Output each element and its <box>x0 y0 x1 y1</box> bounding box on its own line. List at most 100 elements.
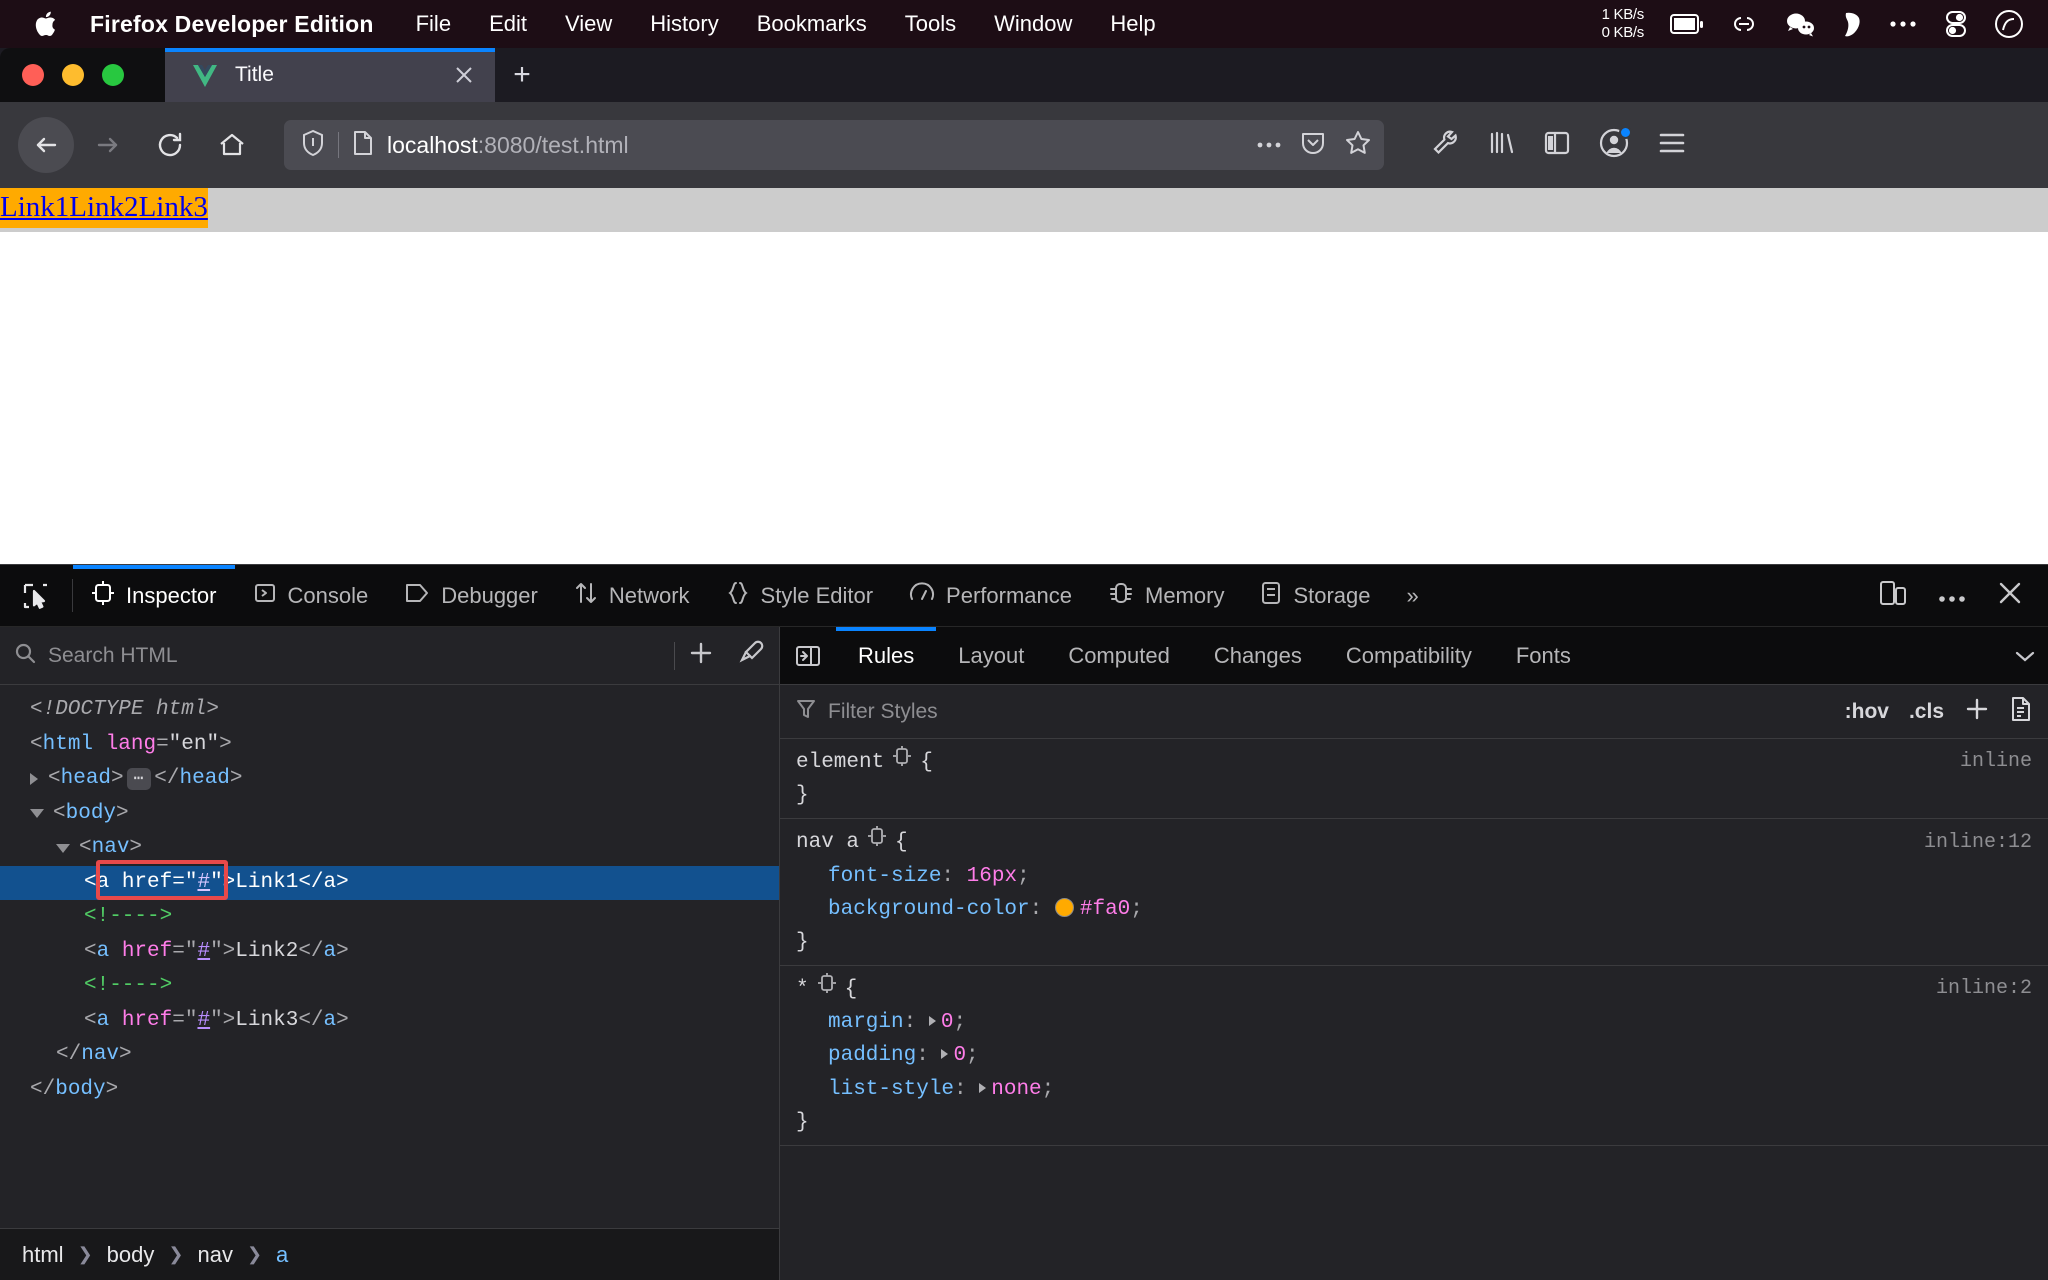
declaration-value[interactable]: 0 <box>953 1044 966 1067</box>
chevron-down-icon[interactable] <box>2002 627 2048 684</box>
twisty-closed-icon[interactable] <box>30 773 38 786</box>
hover-toggle-button[interactable]: :hov <box>1845 700 1889 724</box>
rule-selector[interactable]: * <box>796 973 809 1006</box>
declaration-property[interactable]: margin <box>828 1011 904 1034</box>
link-icon[interactable] <box>1730 11 1758 37</box>
ellipsis-icon[interactable] <box>1888 19 1918 29</box>
markup-node-link1[interactable]: < a href =" # "> Link1 </a > <box>0 865 779 901</box>
close-icon[interactable] <box>449 60 479 90</box>
color-swatch[interactable] <box>1054 897 1074 917</box>
href-attr-value[interactable]: # <box>197 867 210 900</box>
menu-item-history[interactable]: History <box>650 11 718 37</box>
markup-node-link3[interactable]: < a href =" # "> Link3 </a > <box>0 1004 779 1039</box>
menu-item-tools[interactable]: Tools <box>905 11 956 37</box>
declaration-value[interactable]: 0 <box>941 1011 954 1034</box>
add-rule-button[interactable] <box>1964 696 1990 728</box>
menu-item-bookmarks[interactable]: Bookmarks <box>757 11 867 37</box>
filter-styles-input[interactable]: Filter Styles <box>828 700 1833 724</box>
toggle-icon[interactable] <box>1944 10 1968 38</box>
menu-item-view[interactable]: View <box>565 11 612 37</box>
close-window-button[interactable] <box>22 64 44 86</box>
new-rule-icon[interactable] <box>2010 696 2032 728</box>
tab-inspector[interactable]: Inspector <box>73 565 235 626</box>
devtools-tabs-overflow[interactable]: » <box>1389 565 1437 626</box>
tab-fonts[interactable]: Fonts <box>1494 627 1593 684</box>
page-link-2[interactable]: Link2 <box>69 191 138 223</box>
rule-origin[interactable]: inline:2 <box>1920 973 2032 1005</box>
markup-node-body[interactable]: < body > <box>0 797 779 832</box>
tab-style-editor[interactable]: Style Editor <box>708 565 892 626</box>
responsive-design-mode-icon[interactable] <box>1878 579 1908 613</box>
sidebar-icon[interactable] <box>1542 129 1572 162</box>
breadcrumb-item-body[interactable]: body <box>101 1242 161 1268</box>
rules-list[interactable]: element { inline } nav a {inline:12 fon… <box>780 739 2048 1280</box>
declaration-property[interactable]: padding <box>828 1044 916 1067</box>
clock-icon[interactable] <box>1994 9 2024 39</box>
tab-memory[interactable]: Memory <box>1090 565 1242 626</box>
wechat-icon[interactable] <box>1784 11 1816 37</box>
page-link-3[interactable]: Link3 <box>139 191 208 223</box>
browser-tab[interactable]: Title <box>165 48 495 102</box>
rule-block-universal[interactable]: * { inline:2 margin: 0; padding: 0; list… <box>780 966 2048 1146</box>
expand-shorthand-icon[interactable] <box>941 1049 949 1060</box>
collapsed-children-icon[interactable]: ⋯ <box>126 768 152 791</box>
page-link-1[interactable]: Link1 <box>0 191 69 223</box>
markup-node-html[interactable]: < html lang = "en" > <box>0 728 779 763</box>
twisty-open-icon[interactable] <box>56 843 70 853</box>
menu-item-edit[interactable]: Edit <box>489 11 527 37</box>
pocket-icon[interactable] <box>1300 129 1326 162</box>
declaration-property[interactable]: background-color <box>828 898 1030 921</box>
tab-computed[interactable]: Computed <box>1046 627 1192 684</box>
markup-node-doctype[interactable]: <!DOCTYPE html> <box>0 693 779 728</box>
markup-node-comment-2[interactable]: <!----> <box>0 969 779 1004</box>
tab-changes[interactable]: Changes <box>1192 627 1324 684</box>
declaration-value[interactable]: 16px <box>967 865 1017 888</box>
select-element-icon[interactable] <box>867 825 887 859</box>
twisty-open-icon[interactable] <box>30 809 44 819</box>
wrench-icon[interactable] <box>1430 128 1460 163</box>
rule-selector[interactable]: element <box>796 746 884 779</box>
minimize-window-button[interactable] <box>62 64 84 86</box>
rule-origin[interactable]: inline <box>1944 746 2032 778</box>
ellipsis-icon[interactable] <box>1256 136 1282 154</box>
rule-selector-row[interactable]: element { inline <box>780 745 2048 779</box>
markup-node-comment-1[interactable]: <!----> <box>0 900 779 935</box>
href-attr-value[interactable]: # <box>197 936 210 969</box>
select-element-icon[interactable] <box>892 745 912 779</box>
tab-layout[interactable]: Layout <box>936 627 1046 684</box>
breadcrumb-item-html[interactable]: html <box>16 1242 70 1268</box>
eyedropper-icon[interactable] <box>737 639 765 673</box>
markup-node-link2[interactable]: < a href =" # "> Link2 </a > <box>0 935 779 970</box>
new-tab-button[interactable]: + <box>495 48 549 102</box>
menu-app-name[interactable]: Firefox Developer Edition <box>90 11 374 38</box>
url-text[interactable]: localhost:8080/test.html <box>387 132 1244 159</box>
battery-icon[interactable] <box>1670 13 1704 35</box>
library-icon[interactable] <box>1486 128 1516 163</box>
url-bar[interactable]: localhost:8080/test.html <box>284 120 1384 170</box>
menu-item-file[interactable]: File <box>416 11 451 37</box>
declaration-font-size[interactable]: font-size: 16px; <box>780 860 2048 893</box>
declaration-property[interactable]: list-style <box>828 1078 954 1101</box>
declaration-property[interactable]: font-size <box>828 865 941 888</box>
tab-storage[interactable]: Storage <box>1242 565 1388 626</box>
forward-arrow-icon[interactable] <box>80 117 136 173</box>
rule-block-nav-a[interactable]: nav a { inline:12 font-size: 16px; backg… <box>780 819 2048 967</box>
evernote-icon[interactable] <box>1842 11 1862 37</box>
declaration-background-color[interactable]: background-color: #fa0; <box>780 893 2048 926</box>
reload-icon[interactable] <box>142 117 198 173</box>
tab-compatibility[interactable]: Compatibility <box>1324 627 1494 684</box>
tab-rules[interactable]: Rules <box>836 627 937 684</box>
expand-shorthand-icon[interactable] <box>979 1082 987 1093</box>
star-icon[interactable] <box>1344 129 1372 162</box>
close-devtools-icon[interactable] <box>1996 579 2024 613</box>
tab-debugger[interactable]: Debugger <box>386 565 556 626</box>
element-picker-icon[interactable] <box>0 565 72 626</box>
account-icon[interactable] <box>1598 125 1632 164</box>
declaration-value[interactable]: none <box>991 1078 1041 1101</box>
declaration-padding[interactable]: padding: 0; <box>780 1039 2048 1072</box>
markup-node-nav-close[interactable]: </nav > <box>0 1038 779 1073</box>
back-arrow-icon[interactable] <box>18 117 74 173</box>
expand-shorthand-icon[interactable] <box>928 1016 936 1027</box>
rule-selector-row[interactable]: nav a { inline:12 <box>780 825 2048 859</box>
rule-origin[interactable]: inline:12 <box>1908 827 2032 859</box>
